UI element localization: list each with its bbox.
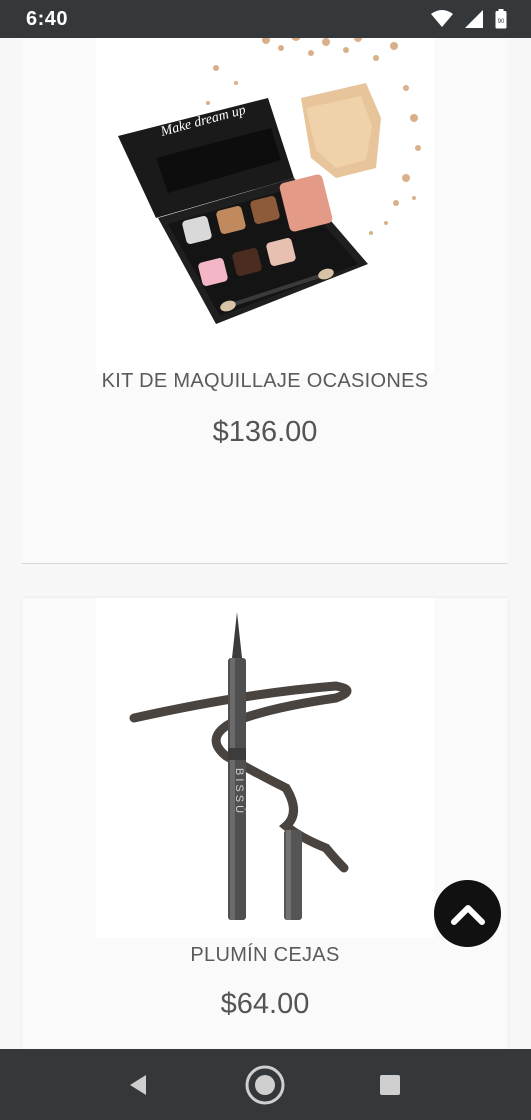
status-time: 6:40 bbox=[26, 8, 69, 30]
chevron-up-icon bbox=[450, 904, 485, 925]
product-image[interactable]: BISSÚ bbox=[96, 598, 434, 938]
product-card[interactable]: BISSÚ PLUMÍN CEJAS $64.00 bbox=[22, 598, 508, 1049]
signal-icon bbox=[465, 10, 483, 28]
product-list[interactable]: Make dream up KIT DE MAQUILLAJE OCASIONE… bbox=[0, 38, 531, 1049]
recents-icon bbox=[380, 1075, 400, 1095]
status-icons: 90 bbox=[431, 9, 507, 29]
product-image[interactable]: Make dream up bbox=[96, 38, 434, 374]
wifi-icon bbox=[431, 10, 453, 27]
battery-icon: 90 bbox=[495, 9, 507, 29]
status-bar: 6:40 90 bbox=[0, 0, 531, 38]
product-price: $64.00 bbox=[220, 988, 310, 1020]
product-price: $136.00 bbox=[212, 416, 318, 448]
eyeshadow-palette-image: Make dream up bbox=[118, 38, 421, 324]
home-button[interactable] bbox=[243, 1063, 287, 1107]
system-nav-bar bbox=[0, 1049, 531, 1120]
home-icon bbox=[245, 1065, 285, 1105]
recents-button[interactable] bbox=[368, 1063, 412, 1107]
product-name[interactable]: PLUMÍN CEJAS bbox=[22, 944, 508, 967]
product-card[interactable]: Make dream up KIT DE MAQUILLAJE OCASIONE… bbox=[22, 38, 508, 564]
eyebrow-pen-image: BISSÚ bbox=[129, 612, 352, 920]
back-button[interactable] bbox=[116, 1063, 160, 1107]
pen-brand: BISSÚ bbox=[233, 768, 246, 816]
scroll-to-top-button[interactable] bbox=[434, 880, 501, 947]
product-name[interactable]: KIT DE MAQUILLAJE OCASIONES bbox=[22, 370, 508, 393]
back-icon bbox=[130, 1075, 146, 1095]
battery-level: 90 bbox=[498, 19, 505, 25]
